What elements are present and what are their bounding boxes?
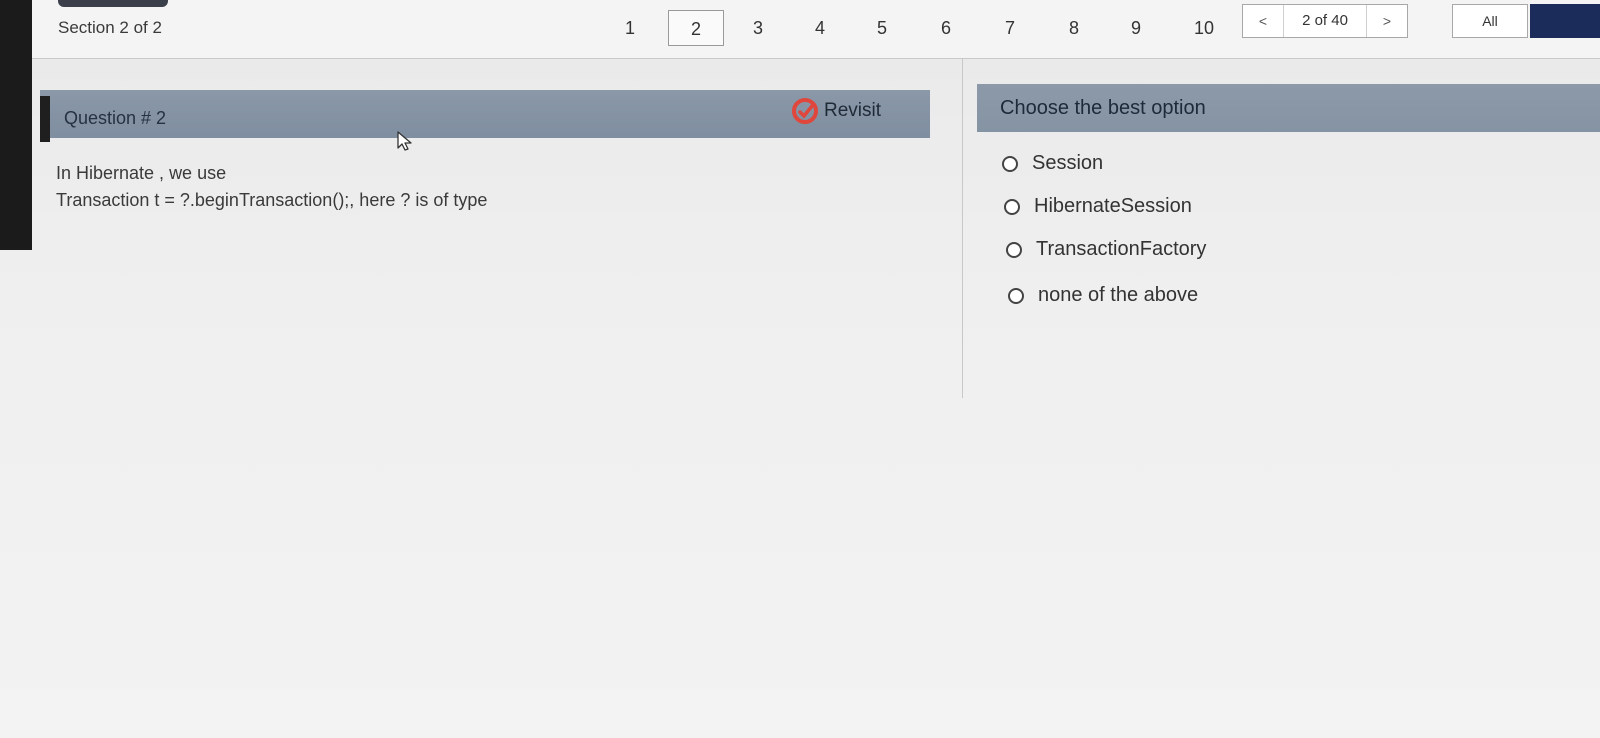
- question-number-8[interactable]: 8: [1046, 10, 1102, 46]
- question-number-3[interactable]: 3: [730, 10, 786, 46]
- option-label: TransactionFactory: [1036, 238, 1207, 260]
- question-number-9[interactable]: 9: [1108, 10, 1164, 46]
- question-number-4[interactable]: 4: [792, 10, 848, 46]
- page-indicator: 2 of 40: [1283, 5, 1367, 37]
- radio-button[interactable]: [1006, 241, 1022, 258]
- option-label: Session: [1032, 152, 1104, 174]
- option-session[interactable]: Session: [1002, 152, 1103, 175]
- all-questions-button[interactable]: All: [1452, 4, 1528, 38]
- question-pager: < 2 of 40 >: [1242, 4, 1408, 38]
- logo: [58, 0, 168, 7]
- question-title: Question # 2: [64, 108, 167, 128]
- revisit-icon: [792, 98, 818, 124]
- option-label: HibernateSession: [1034, 195, 1192, 217]
- prev-page-button[interactable]: <: [1243, 13, 1283, 29]
- next-page-button[interactable]: >: [1367, 13, 1407, 29]
- question-text: In Hibernate , we use Transaction t = ?.…: [56, 160, 487, 214]
- question-text-line-1: In Hibernate , we use: [56, 163, 227, 183]
- options-title: Choose the best option: [1000, 97, 1206, 119]
- question-text-line-2: Transaction t = ?.beginTransaction();, h…: [56, 190, 488, 210]
- question-number-1[interactable]: 1: [602, 10, 658, 46]
- section-label: Section 2 of 2: [58, 18, 162, 37]
- question-number-10[interactable]: 10: [1176, 10, 1232, 46]
- screen-bezel: [0, 0, 32, 250]
- option-hibernate-session[interactable]: HibernateSession: [1004, 195, 1192, 218]
- question-number-7[interactable]: 7: [982, 10, 1038, 46]
- mouse-cursor-icon: [397, 131, 412, 151]
- option-none-of-the-above[interactable]: none of the above: [1008, 284, 1198, 307]
- revisit-button[interactable]: Revisit: [792, 98, 881, 124]
- question-number-6[interactable]: 6: [918, 10, 974, 46]
- radio-button[interactable]: [1004, 198, 1020, 215]
- radio-button[interactable]: [1008, 287, 1024, 304]
- option-label: none of the above: [1038, 284, 1199, 306]
- question-number-5[interactable]: 5: [854, 10, 910, 46]
- revisit-label: Revisit: [824, 100, 882, 121]
- panel-divider: [962, 58, 963, 398]
- radio-button[interactable]: [1002, 155, 1018, 172]
- question-accent-bar: [40, 96, 50, 142]
- corner-panel: [1530, 4, 1600, 38]
- question-number-2[interactable]: 2: [668, 10, 724, 46]
- option-transaction-factory[interactable]: TransactionFactory: [1006, 238, 1206, 261]
